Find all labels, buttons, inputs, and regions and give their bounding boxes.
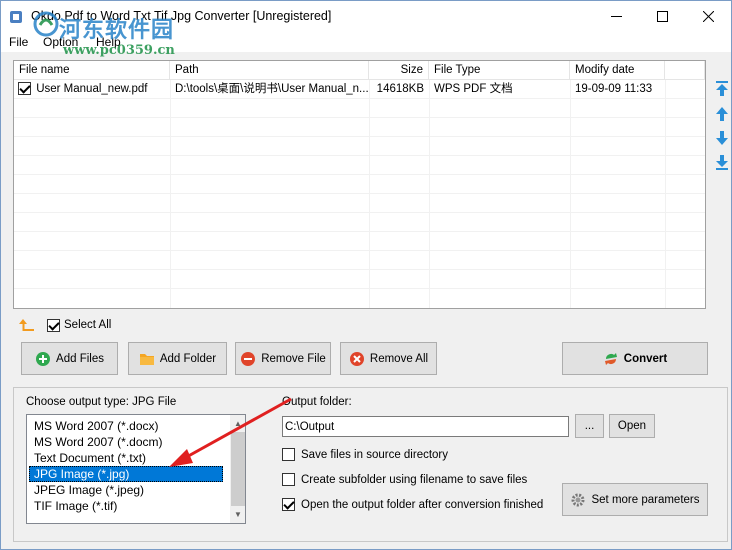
output-folder-label: Output folder: bbox=[282, 396, 352, 408]
scroll-up-icon[interactable]: ▲ bbox=[230, 415, 245, 432]
open-output-folder-checkbox[interactable] bbox=[282, 498, 295, 511]
table-row-empty bbox=[14, 232, 705, 251]
gear-icon bbox=[571, 493, 585, 506]
remove-all-button[interactable]: Remove All bbox=[340, 342, 437, 375]
menu-file[interactable]: File bbox=[9, 35, 28, 49]
remove-file-button[interactable]: Remove File bbox=[235, 342, 331, 375]
convert-label: Convert bbox=[623, 352, 668, 365]
title-bar: Okdo Pdf to Word Txt Tif Jpg Converter [… bbox=[1, 1, 731, 32]
move-to-top-icon[interactable] bbox=[714, 80, 730, 98]
scroll-thumb[interactable] bbox=[231, 432, 245, 506]
table-row-empty bbox=[14, 270, 705, 289]
option-open-output-folder[interactable]: Open the output folder after conversion … bbox=[282, 498, 543, 511]
row-checkbox[interactable] bbox=[18, 82, 31, 96]
option-save-in-source[interactable]: Save files in source directory bbox=[282, 448, 448, 461]
file-path: D:\tools\桌面\说明书\User Manual_n... bbox=[175, 83, 369, 95]
column-header-type[interactable]: File Type bbox=[429, 61, 570, 80]
add-folder-button[interactable]: Add Folder bbox=[128, 342, 227, 375]
create-subfolder-checkbox[interactable] bbox=[282, 473, 295, 486]
menu-help[interactable]: Help bbox=[96, 35, 121, 49]
remove-all-label: Remove All bbox=[369, 352, 429, 365]
maximize-button[interactable] bbox=[639, 1, 685, 32]
close-button[interactable] bbox=[685, 1, 731, 32]
output-type-item[interactable]: MS Word 2007 (*.docx) bbox=[29, 418, 223, 434]
output-type-item[interactable]: Text Document (*.txt) bbox=[29, 450, 223, 466]
table-row-empty bbox=[14, 99, 705, 118]
column-header-blank bbox=[665, 61, 705, 80]
file-list[interactable]: File name Path Size File Type Modify dat… bbox=[13, 60, 706, 309]
table-row[interactable]: User Manual_new.pdf D:\tools\桌面\说明书\User… bbox=[14, 80, 705, 99]
set-parameters-button[interactable]: Set more parameters bbox=[562, 483, 708, 516]
select-all-label: Select All bbox=[64, 319, 112, 331]
add-folder-label: Add Folder bbox=[159, 352, 217, 365]
output-type-list[interactable]: MS Word 2007 (*.docx) MS Word 2007 (*.do… bbox=[26, 414, 246, 524]
go-up-icon[interactable] bbox=[19, 317, 37, 333]
folder-icon bbox=[139, 353, 154, 365]
table-row-empty bbox=[14, 194, 705, 213]
table-row-empty bbox=[14, 156, 705, 175]
file-type: WPS PDF 文档 bbox=[434, 83, 513, 95]
remove-icon bbox=[241, 351, 256, 366]
select-all-checkbox[interactable] bbox=[47, 319, 60, 332]
move-down-icon[interactable] bbox=[714, 129, 730, 147]
file-list-header: File name Path Size File Type Modify dat… bbox=[14, 61, 705, 80]
output-type-item-selected[interactable]: JPG Image (*.jpg) bbox=[29, 466, 223, 482]
save-in-source-label: Save files in source directory bbox=[301, 448, 449, 461]
output-type-item[interactable]: JPEG Image (*.jpeg) bbox=[29, 482, 223, 498]
output-type-item[interactable]: MS Word 2007 (*.docm) bbox=[29, 434, 223, 450]
output-type-item[interactable]: TIF Image (*.tif) bbox=[29, 498, 223, 514]
menu-bar: File Option Help bbox=[1, 32, 731, 52]
table-row-empty bbox=[14, 213, 705, 232]
scroll-down-icon[interactable]: ▼ bbox=[230, 506, 245, 523]
output-type-scrollbar[interactable]: ▲ ▼ bbox=[230, 415, 245, 523]
option-create-subfolder[interactable]: Create subfolder using filename to save … bbox=[282, 473, 527, 486]
move-to-bottom-icon[interactable] bbox=[714, 153, 730, 171]
add-icon bbox=[36, 351, 51, 366]
table-row-empty bbox=[14, 118, 705, 137]
minimize-button[interactable] bbox=[593, 1, 639, 32]
open-output-folder-label: Open the output folder after conversion … bbox=[301, 498, 544, 511]
file-size: 14618KB bbox=[376, 83, 424, 95]
set-parameters-label: Set more parameters bbox=[591, 493, 700, 506]
add-files-label: Add Files bbox=[56, 352, 104, 365]
add-files-button[interactable]: Add Files bbox=[21, 342, 118, 375]
file-name: User Manual_new.pdf bbox=[36, 83, 148, 95]
move-up-icon[interactable] bbox=[714, 105, 730, 123]
column-header-path[interactable]: Path bbox=[170, 61, 369, 80]
remove-file-label: Remove File bbox=[261, 352, 326, 365]
file-name-cell: User Manual_new.pdf bbox=[14, 80, 170, 99]
output-type-label: Choose output type: JPG File bbox=[26, 396, 177, 408]
table-row-empty bbox=[14, 251, 705, 270]
column-header-size[interactable]: Size bbox=[369, 61, 429, 80]
table-row-empty bbox=[14, 137, 705, 156]
column-header-name[interactable]: File name bbox=[14, 61, 170, 80]
create-subfolder-label: Create subfolder using filename to save … bbox=[301, 473, 528, 486]
app-window: Okdo Pdf to Word Txt Tif Jpg Converter [… bbox=[0, 0, 732, 550]
convert-icon bbox=[604, 352, 617, 365]
column-header-modify-date[interactable]: Modify date bbox=[570, 61, 665, 80]
convert-button[interactable]: Convert bbox=[562, 342, 708, 375]
remove-all-icon bbox=[349, 351, 364, 366]
browse-button[interactable]: ... bbox=[575, 414, 604, 438]
open-folder-button[interactable]: Open bbox=[609, 414, 655, 438]
app-icon bbox=[10, 11, 22, 23]
save-in-source-checkbox[interactable] bbox=[282, 448, 295, 461]
output-folder-input[interactable] bbox=[282, 416, 569, 437]
window-title: Okdo Pdf to Word Txt Tif Jpg Converter [… bbox=[31, 9, 332, 23]
table-row-empty bbox=[14, 175, 705, 194]
file-modify-date: 19-09-09 11:33 bbox=[575, 83, 653, 95]
menu-option[interactable]: Option bbox=[43, 35, 78, 49]
